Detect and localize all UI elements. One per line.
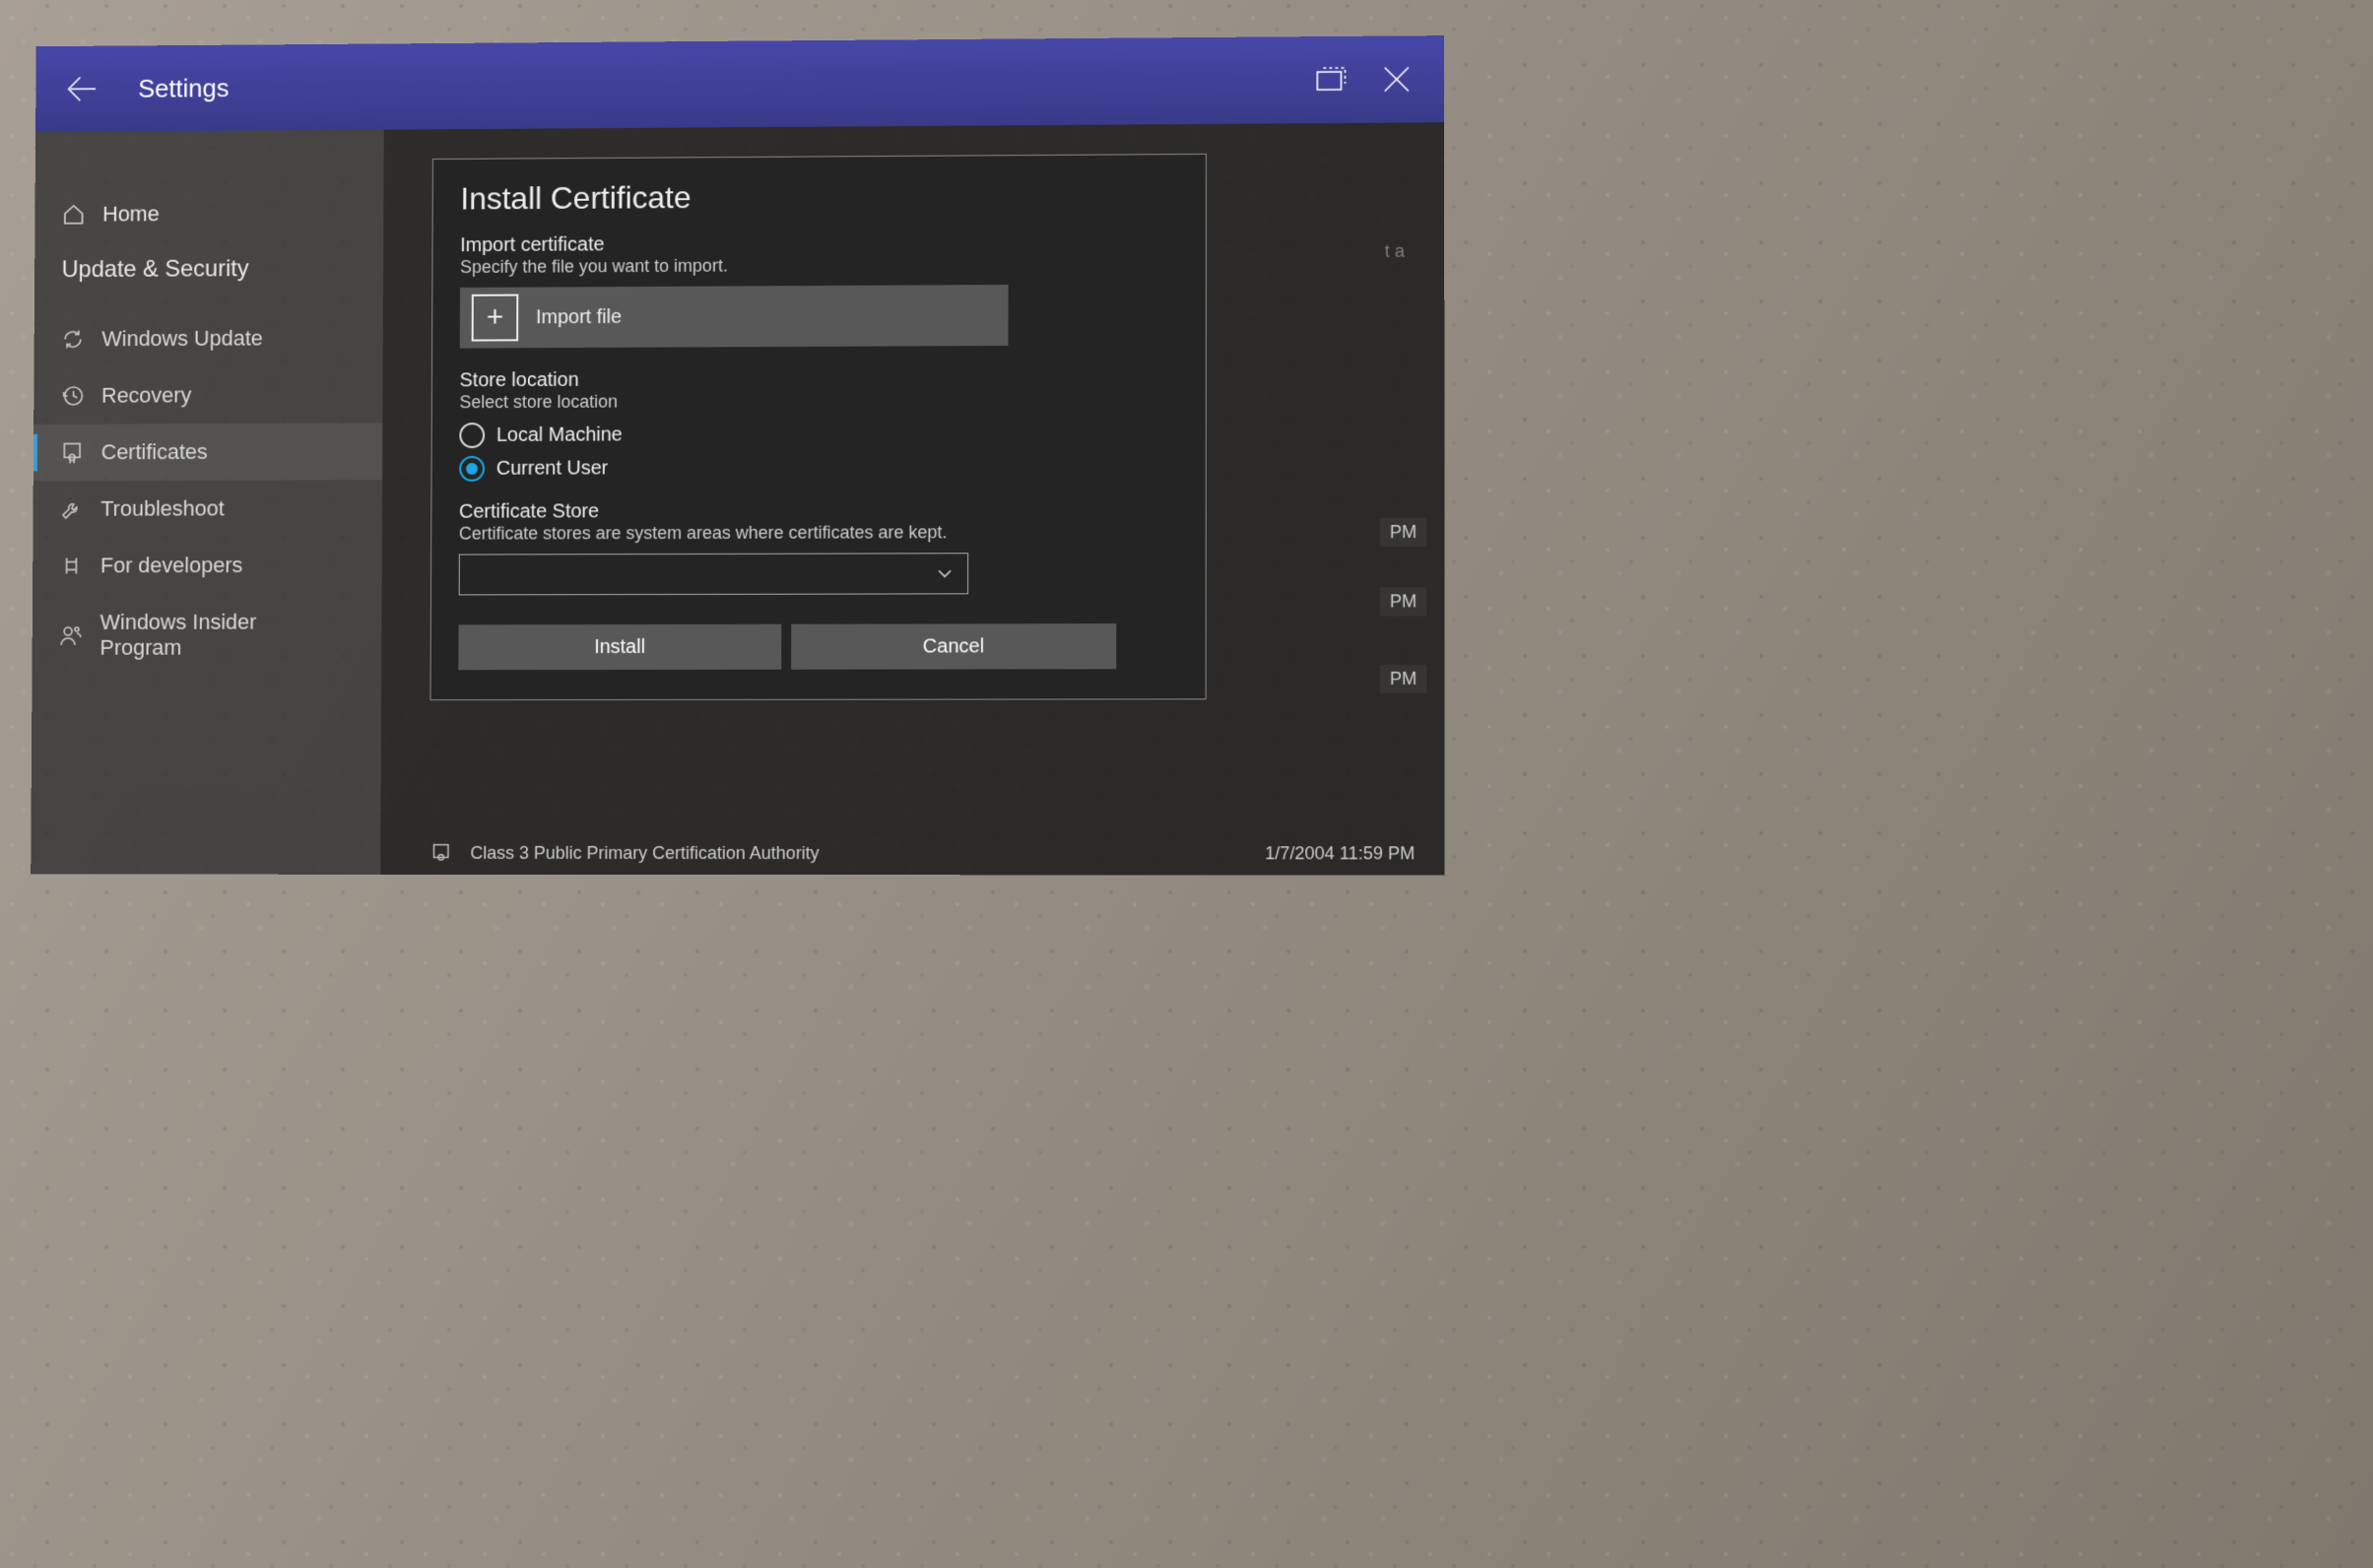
sidebar-home[interactable]: Home [34, 188, 383, 239]
install-button-label: Install [594, 635, 645, 658]
certificate-name: Class 3 Public Primary Certification Aut… [470, 842, 1247, 863]
dialog-button-row: Install Cancel [458, 623, 1177, 670]
close-button[interactable] [1369, 51, 1424, 106]
radio-label: Current User [496, 457, 609, 480]
sidebar-item-label: Certificates [101, 439, 208, 465]
window-frame-icon [1311, 60, 1351, 99]
background-pm-label: PM [1390, 669, 1417, 689]
store-location-heading: Store location [460, 366, 1178, 392]
cancel-button[interactable]: Cancel [791, 623, 1116, 670]
window-title: Settings [138, 65, 1293, 103]
sidebar-item-recovery[interactable]: Recovery [33, 366, 382, 425]
sidebar-item-certificates[interactable]: Certificates [33, 423, 383, 481]
sidebar-item-label: For developers [100, 553, 243, 578]
sidebar-item-windows-update[interactable]: Windows Update [34, 309, 383, 367]
install-button[interactable]: Install [458, 624, 781, 670]
install-certificate-dialog: Install Certificate Import certificate S… [429, 154, 1206, 700]
wrench-icon [60, 497, 84, 521]
back-arrow-icon [63, 69, 101, 108]
sidebar-item-insider[interactable]: Windows Insider Program [32, 594, 381, 678]
import-subtext: Specify the file you want to import. [460, 253, 1178, 278]
plus-icon: + [472, 294, 519, 342]
radio-current-user[interactable]: Current User [459, 453, 1177, 481]
insider-icon [59, 623, 83, 647]
sidebar-item-label: Windows Update [101, 326, 263, 353]
certificate-date: 1/7/2004 11:59 PM [1265, 843, 1415, 864]
dev-icon [60, 555, 84, 578]
sidebar-home-label: Home [102, 201, 160, 227]
background-row: PM [1380, 518, 1426, 547]
radio-icon [459, 456, 485, 482]
certificate-icon [60, 440, 84, 464]
cert-store-subtext: Certificate stores are system areas wher… [459, 522, 1178, 545]
cert-store-heading: Certificate Store [459, 499, 1178, 524]
background-partial-text: t a [1385, 241, 1405, 262]
radio-icon [459, 423, 485, 448]
dialog-title: Install Certificate [460, 176, 1177, 217]
sidebar-item-label: Troubleshoot [100, 496, 225, 522]
sidebar-item-label: Recovery [101, 383, 191, 409]
window-body: Home Update & Security Windows Update Re… [31, 122, 1444, 875]
cert-store-dropdown[interactable] [459, 553, 968, 595]
titlebar: Settings [35, 35, 1444, 132]
radio-label: Local Machine [496, 424, 623, 446]
cancel-button-label: Cancel [923, 635, 984, 658]
import-file-label: Import file [536, 305, 622, 328]
background-row: PM [1380, 665, 1426, 693]
background-row: PM [1380, 587, 1426, 616]
history-icon [61, 384, 85, 408]
close-icon [1380, 62, 1414, 96]
radio-local-machine[interactable]: Local Machine [459, 420, 1177, 448]
back-button[interactable] [55, 61, 109, 116]
chevron-down-icon [936, 564, 954, 582]
sidebar-item-troubleshoot[interactable]: Troubleshoot [33, 480, 382, 538]
background-pm-label: PM [1390, 522, 1417, 543]
home-icon [62, 203, 86, 227]
sidebar-item-label: Windows Insider Program [99, 610, 313, 662]
import-file-button[interactable]: + Import file [460, 285, 1009, 349]
sync-icon [61, 328, 85, 352]
certificate-icon [429, 841, 453, 865]
background-pm-label: PM [1390, 591, 1417, 612]
follow-me-button[interactable] [1303, 52, 1358, 107]
certificate-list-row[interactable]: Class 3 Public Primary Certification Aut… [429, 841, 1416, 866]
sidebar-section-label: Update & Security [34, 237, 383, 311]
sidebar: Home Update & Security Windows Update Re… [31, 130, 384, 875]
sidebar-item-for-developers[interactable]: For developers [33, 537, 382, 595]
store-location-subtext: Select store location [459, 389, 1177, 413]
settings-window: Settings [25, 39, 2373, 1568]
content-area: t a PM PM PM Install Certificate Import … [380, 122, 1444, 875]
